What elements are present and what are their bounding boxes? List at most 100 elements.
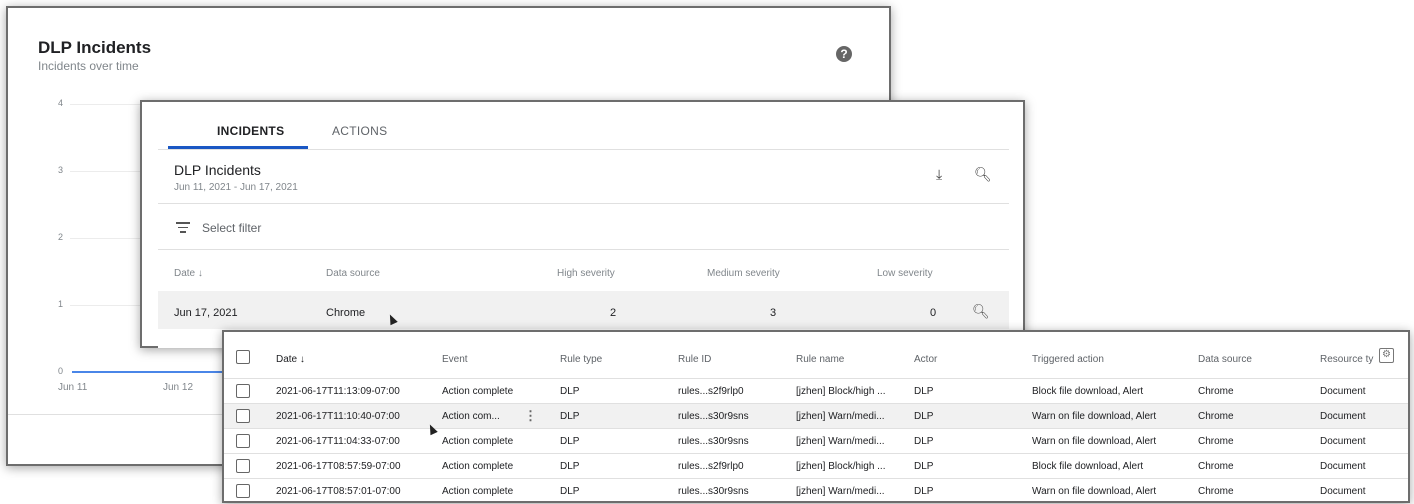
more-vert-icon[interactable]: ⋮ [524,408,537,424]
cell-data-source: Chrome [1198,461,1234,472]
x-tick-label: Jun 12 [163,382,194,393]
tab-actions[interactable]: ACTIONS [332,124,387,138]
cell-actor: DLP [914,461,934,472]
cell-data-source: Chrome [1198,486,1234,497]
cell-rule-name: [jzhen] Warn/medi... [796,436,885,447]
cell-data-source: Chrome [1198,411,1234,422]
table-row[interactable]: 2021-06-17T08:57:59-07:00 Action complet… [224,453,1408,478]
column-header-actor[interactable]: Actor [914,354,937,365]
column-settings-icon[interactable]: ⚙ [1379,348,1394,363]
row-low-severity: 0 [930,307,937,319]
cell-event: Action complete [442,461,514,472]
divider [158,249,1009,250]
cell-actor: DLP [914,436,934,447]
y-tick-label: 1 [58,299,64,309]
card-title: DLP Incidents [174,162,261,178]
table-row[interactable]: 2021-06-17T08:57:01-07:00 Action complet… [224,478,1408,503]
cell-rule-type: DLP [560,461,580,472]
cell-triggered-action: Warn on file download, Alert [1032,486,1157,497]
column-header-rule-id[interactable]: Rule ID [678,354,711,365]
cell-rule-type: DLP [560,486,580,497]
cell-triggered-action: Block file download, Alert [1032,386,1144,397]
cell-rule-type: DLP [560,411,580,422]
cell-triggered-action: Warn on file download, Alert [1032,436,1157,447]
cell-resource-type: Document [1320,411,1366,422]
table-row[interactable] [158,291,1009,329]
divider [158,149,1009,150]
y-tick-label: 4 [58,98,64,108]
incident-details-table: Date ↓ Event Rule type Rule ID Rule name… [222,330,1410,503]
y-tick-label: 2 [58,232,64,242]
cell-actor: DLP [914,411,934,422]
y-tick-label: 3 [58,165,64,175]
row-high-severity: 2 [610,307,617,319]
tab-incidents[interactable]: INCIDENTS [217,124,284,138]
cell-rule-id: rules...s30r9sns [678,436,749,447]
cell-rule-name: [jzhen] Warn/medi... [796,411,885,422]
download-icon[interactable]: ⤓ [936,166,942,183]
column-header-date[interactable]: Date ↓ [174,268,203,279]
incidents-summary-card: INCIDENTS ACTIONS DLP Incidents Jun 11, … [140,100,1025,348]
cell-date: 2021-06-17T08:57:01-07:00 [276,486,401,497]
cell-rule-type: DLP [560,436,580,447]
column-header-triggered-action[interactable]: Triggered action [1032,354,1104,365]
zoom-icon[interactable]: 🔍︎ [974,166,992,183]
y-tick-label: 0 [58,366,64,376]
row-medium-severity: 3 [770,307,777,319]
row-checkbox[interactable] [236,459,250,473]
cell-rule-type: DLP [560,386,580,397]
table-row[interactable]: 2021-06-17T11:13:09-07:00 Action complet… [224,378,1408,403]
row-data-source: Chrome [326,307,366,319]
cell-actor: DLP [914,386,934,397]
row-checkbox[interactable] [236,434,250,448]
column-header-rule-name[interactable]: Rule name [796,354,844,365]
x-tick-label: Jun 11 [58,382,88,393]
select-all-checkbox[interactable] [236,350,250,364]
date-range: Jun 11, 2021 - Jun 17, 2021 [174,182,298,193]
chart-title: DLP Incidents [38,38,152,57]
cell-actor: DLP [914,486,934,497]
row-checkbox[interactable] [236,384,250,398]
column-header-high-severity[interactable]: High severity [557,268,615,279]
row-checkbox[interactable] [236,484,250,498]
column-header-medium-severity[interactable]: Medium severity [707,268,780,279]
column-header-rule-type[interactable]: Rule type [560,354,602,365]
filter-icon[interactable] [176,219,190,233]
help-icon[interactable]: ? [836,46,852,62]
cell-resource-type: Document [1320,386,1366,397]
cell-resource-type: Document [1320,436,1366,447]
cell-resource-type: Document [1320,461,1366,472]
filter-input[interactable]: Select filter [202,221,261,235]
cell-date: 2021-06-17T11:13:09-07:00 [276,386,400,397]
column-header-data-source[interactable]: Data source [326,268,380,279]
cell-data-source: Chrome [1198,386,1234,397]
column-header-resource-type[interactable]: Resource ty [1320,354,1373,365]
cell-event: Action com... [442,411,500,422]
cell-rule-name: [jzhen] Block/high ... [796,461,886,472]
cell-event: Action complete [442,436,514,447]
cell-resource-type: Document [1320,486,1366,497]
cell-rule-id: rules...s2f9rlp0 [678,386,744,397]
cell-date: 2021-06-17T08:57:59-07:00 [276,461,401,472]
cell-data-source: Chrome [1198,436,1234,447]
cell-event: Action complete [442,386,514,397]
cell-rule-id: rules...s2f9rlp0 [678,461,744,472]
cell-rule-id: rules...s30r9sns [678,486,749,497]
cell-date: 2021-06-17T11:10:40-07:00 [276,411,400,422]
column-header-date[interactable]: Date ↓ [276,354,305,365]
cell-date: 2021-06-17T11:04:33-07:00 [276,436,400,447]
series-line [72,371,242,373]
zoom-icon[interactable]: 🔍︎ [972,303,990,320]
row-checkbox[interactable] [236,409,250,423]
cell-triggered-action: Block file download, Alert [1032,461,1144,472]
table-row[interactable]: 2021-06-17T11:04:33-07:00 Action complet… [224,428,1408,453]
row-date: Jun 17, 2021 [174,307,238,319]
cell-rule-name: [jzhen] Block/high ... [796,386,886,397]
cell-rule-id: rules...s30r9sns [678,411,749,422]
cell-triggered-action: Warn on file download, Alert [1032,411,1157,422]
table-row[interactable]: 2021-06-17T11:10:40-07:00 Action com... … [224,403,1408,428]
column-header-low-severity[interactable]: Low severity [877,268,933,279]
column-header-event[interactable]: Event [442,354,468,365]
cell-rule-name: [jzhen] Warn/medi... [796,486,885,497]
column-header-data-source[interactable]: Data source [1198,354,1252,365]
